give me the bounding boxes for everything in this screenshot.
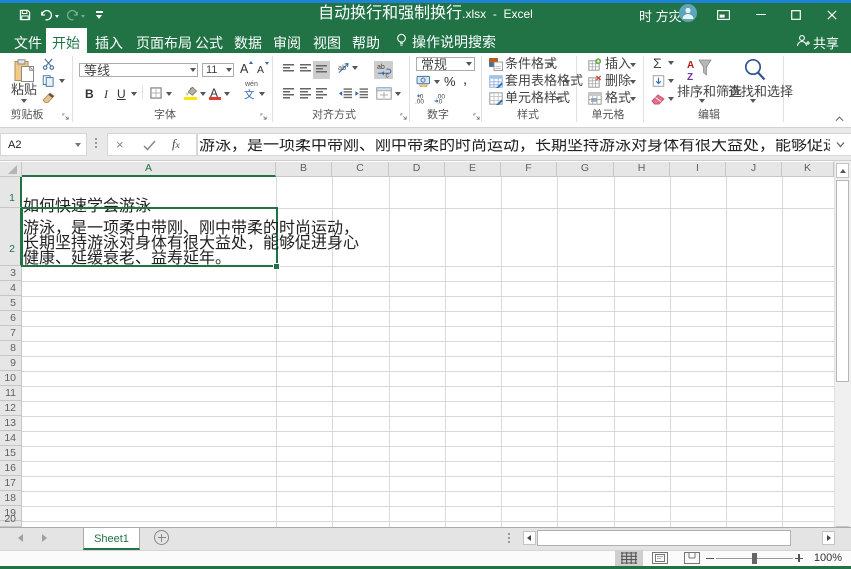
svg-text:c: c bbox=[385, 73, 389, 78]
svg-text:ab: ab bbox=[338, 63, 346, 72]
svg-text:ab: ab bbox=[377, 64, 385, 71]
svg-text:.00: .00 bbox=[415, 99, 424, 105]
svg-text:A: A bbox=[687, 60, 694, 71]
svg-text:Z: Z bbox=[687, 72, 693, 82]
